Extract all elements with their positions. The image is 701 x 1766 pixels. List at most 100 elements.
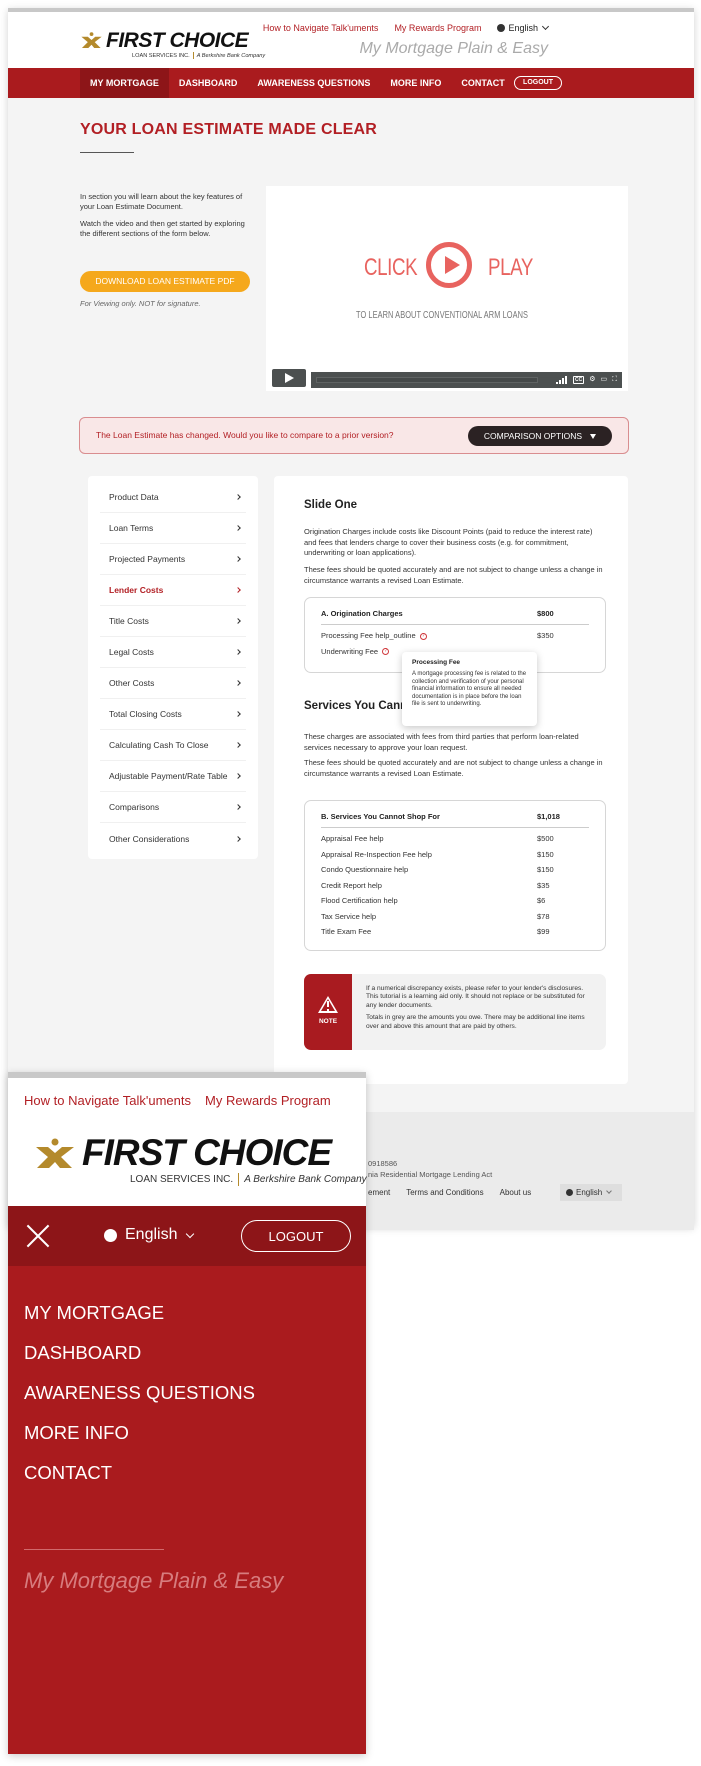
mobile-nav-my-mortgage[interactable]: MY MORTGAGE [24,1302,164,1324]
sidebar-item-label: Lender Costs [109,585,164,595]
nav-my-mortgage[interactable]: MY MORTGAGE [80,68,169,98]
table-row: Tax Service help $78 [321,909,589,925]
logout-button[interactable]: LOGOUT [514,76,562,90]
mobile-nav-awareness-questions[interactable]: AWARENESS QUESTIONS [24,1382,255,1404]
link-rewards-program[interactable]: My Rewards Program [394,23,481,33]
row-value: $99 [537,927,550,937]
brand-parent: A Berkshire Bank Company [244,1174,367,1185]
page-title: YOUR LOAN ESTIMATE MADE CLEAR [80,121,378,138]
chevron-right-icon [235,649,241,655]
site-header: FIRST CHOICE LOAN SERVICES INC. A Berksh… [8,12,694,68]
footer-language-selector[interactable]: English [560,1184,622,1201]
row-label: Condo Questionnaire help [321,865,409,875]
video-progress-track[interactable] [316,377,538,383]
sidebar-item-product-data[interactable]: Product Data [100,482,246,513]
brand-parent: A Berkshire Bank Company [196,52,266,59]
intro-paragraph: In section you will learn about the key … [80,192,243,211]
table-row: Appraisal Re-Inspection Fee help $150 [321,847,589,863]
row-label: Tax Service help [321,911,377,921]
mobile-menu-divider [24,1549,164,1550]
brand-logo[interactable]: FIRST CHOICE LOAN SERVICES INC. A Berksh… [80,30,265,59]
video-player[interactable]: CLICK PLAY TO LEARN ABOUT CONVENTIONAL A… [266,186,628,391]
sidebar-item-other-costs[interactable]: Other Costs [100,668,246,699]
sidebar-item-label: Product Data [109,492,159,502]
footer-links: ement Terms and Conditions About us [368,1188,531,1197]
footer-link-terms[interactable]: Terms and Conditions [406,1188,483,1197]
globe-icon [497,24,506,32]
nav-dashboard[interactable]: DASHBOARD [169,68,248,98]
language-label: English [125,1226,178,1243]
mobile-nav-dashboard[interactable]: DASHBOARD [24,1342,141,1364]
language-label: English [576,1188,603,1197]
mobile-menu: MY MORTGAGE DASHBOARD AWARENESS QUESTION… [8,1266,366,1754]
sidebar-item-label: Loan Terms [109,523,154,533]
intro-text: In section you will learn about the key … [80,192,245,246]
language-label: English [508,23,538,33]
sidebar-item-cash-to-close[interactable]: Calculating Cash To Close [100,730,246,761]
slide-paragraph: These fees should be quoted accurately a… [304,565,603,585]
logo-figure-icon [36,1138,74,1168]
chevron-right-icon [235,556,241,562]
section-sidebar: Product Data Loan Terms Projected Paymen… [88,476,258,859]
nav-awareness-questions[interactable]: AWARENESS QUESTIONS [247,68,380,98]
sidebar-item-label: Legal Costs [109,647,154,657]
row-value: $6 [537,896,546,906]
chevron-right-icon [235,804,241,810]
chevron-right-icon [235,525,241,531]
sidebar-item-lender-costs[interactable]: Lender Costs [100,575,246,606]
table-header: A. Origination Charges $800 [321,598,589,625]
nav-contact[interactable]: CONTACT [451,68,514,98]
row-label: Appraisal Fee help [321,834,384,844]
chevron-down-icon [606,1188,613,1194]
nav-more-info[interactable]: MORE INFO [380,68,451,98]
play-circle-icon[interactable] [426,242,472,288]
language-selector[interactable]: English [497,22,550,33]
sidebar-item-other-considerations[interactable]: Other Considerations [100,823,246,854]
footer-link-about[interactable]: About us [500,1188,532,1197]
sidebar-item-title-costs[interactable]: Title Costs [100,606,246,637]
sidebar-item-total-closing-costs[interactable]: Total Closing Costs [100,699,246,730]
settings-gear-icon[interactable]: ⚙ [589,375,595,385]
footer-nmls: 0918586 [368,1159,398,1168]
row-value: $150 [537,865,554,875]
sidebar-item-adjustable-table[interactable]: Adjustable Payment/Rate Table [100,761,246,792]
mobile-link-rewards-program[interactable]: My Rewards Program [205,1093,331,1108]
mobile-nav-contact[interactable]: CONTACT [24,1462,112,1484]
comparison-alert: The Loan Estimate has changed. Would you… [79,417,629,454]
comparison-options-button[interactable]: COMPARISON OPTIONS [467,426,612,446]
mobile-top-links: How to Navigate Talk'uments My Rewards P… [24,1093,331,1108]
help-icon[interactable]: ? [419,632,427,640]
sidebar-item-loan-terms[interactable]: Loan Terms [100,513,246,544]
brand-divider [238,1173,240,1186]
mobile-language-selector[interactable]: English [104,1226,195,1244]
services-paragraph: These charges are associated with fees f… [304,732,579,752]
mobile-brand-logo[interactable]: FIRST CHOICE LOAN SERVICES INC. A Berksh… [34,1134,367,1186]
closed-captions-icon[interactable]: CC [572,376,585,384]
mobile-nav-more-info[interactable]: MORE INFO [24,1422,129,1444]
video-play-button[interactable] [272,369,306,387]
table-header: B. Services You Cannot Shop For $1,018 [321,801,589,828]
table-row: Condo Questionnaire help $150 [321,862,589,878]
sidebar-item-legal-costs[interactable]: Legal Costs [100,637,246,668]
download-pdf-button[interactable]: DOWNLOAD LOAN ESTIMATE PDF [80,271,250,292]
note-label: NOTE [318,1018,338,1025]
mobile-logout-button[interactable]: LOGOUT [241,1220,351,1252]
row-value: $35 [537,880,550,890]
brand-name: FIRST CHOICE [82,1132,332,1173]
fullscreen-icon[interactable]: ⛶ [612,375,617,385]
sidebar-item-projected-payments[interactable]: Projected Payments [100,544,246,575]
help-icon[interactable]: ? [382,648,390,656]
volume-icon[interactable] [555,376,568,384]
link-how-to-navigate[interactable]: How to Navigate Talk'uments [263,23,379,33]
brand-subtitle-text: LOAN SERVICES INC. [130,1174,234,1185]
video-word-play: PLAY [488,254,533,281]
table-row: Processing Fee help_outline? $350 [321,628,589,644]
mobile-link-how-to-navigate[interactable]: How to Navigate Talk'uments [24,1093,191,1108]
sidebar-item-comparisons[interactable]: Comparisons [100,792,246,823]
mobile-tagline: My Mortgage Plain & Easy [24,1568,284,1593]
airplay-icon[interactable]: ▭ [600,375,607,385]
close-icon[interactable] [26,1224,50,1248]
row-label: Flood Certification help [321,896,398,906]
logo-figure-icon [81,32,102,48]
footer-link-statement[interactable]: ement [368,1188,390,1197]
